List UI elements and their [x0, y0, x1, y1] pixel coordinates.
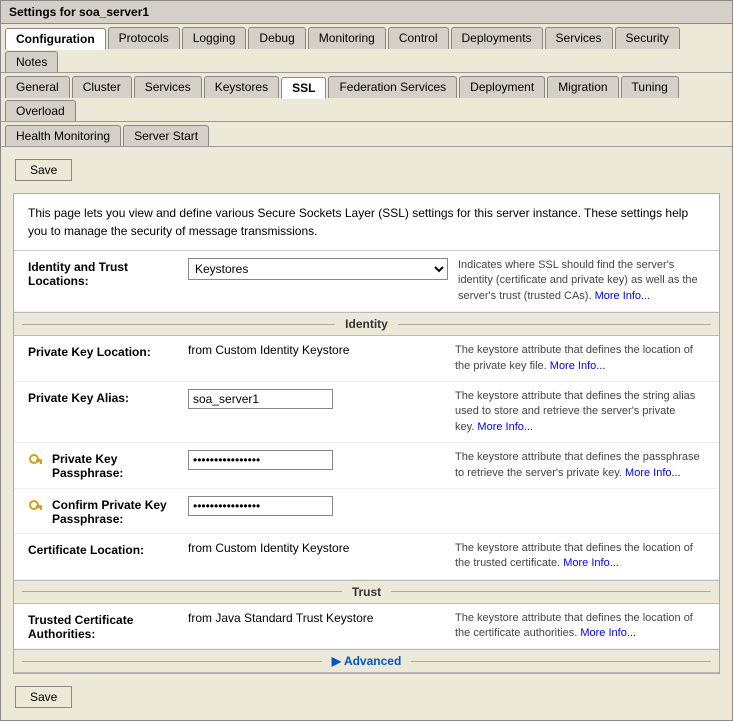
tab-ssl[interactable]: SSL: [281, 77, 326, 99]
private-key-alias-input[interactable]: [188, 389, 333, 409]
identity-trust-desc: Indicates where SSL should find the serv…: [458, 258, 705, 304]
trust-line-right: [391, 591, 711, 592]
save-button-top[interactable]: Save: [15, 159, 72, 181]
certificate-location-desc: The keystore attribute that defines the …: [455, 541, 705, 572]
confirm-passphrase-input[interactable]: [188, 496, 333, 516]
identity-trust-label: Identity and Trust Locations:: [28, 258, 188, 288]
tab-row-2: GeneralClusterServicesKeystoresSSLFedera…: [1, 73, 732, 122]
private-key-location-label: Private Key Location:: [28, 343, 188, 359]
tab-security[interactable]: Security: [615, 27, 680, 49]
advanced-section-header: ▶ Advanced: [14, 649, 719, 673]
private-key-passphrase-input[interactable]: [188, 450, 333, 470]
certificate-location-label: Certificate Location:: [28, 541, 188, 557]
advanced-line-left: [22, 661, 322, 662]
content-area: This page lets you view and define vario…: [13, 193, 720, 674]
tab-cluster[interactable]: Cluster: [72, 76, 132, 98]
tab-keystores[interactable]: Keystores: [204, 76, 279, 98]
description-text: This page lets you view and define vario…: [28, 206, 688, 238]
private-key-passphrase-desc: The keystore attribute that defines the …: [455, 450, 705, 481]
certificate-location-value: from Custom Identity Keystore: [188, 541, 445, 555]
save-button-bottom[interactable]: Save: [15, 686, 72, 708]
confirm-passphrase-label: Confirm Private Key Passphrase:: [52, 496, 188, 526]
tab-deployment[interactable]: Deployment: [459, 76, 545, 98]
bottom-save-bar: Save: [7, 680, 726, 714]
private-key-alias-row: Private Key Alias: The keystore attribut…: [14, 382, 719, 443]
window-title: Settings for soa_server1: [9, 5, 149, 19]
identity-section-title: Identity: [341, 317, 392, 331]
key-icon: [28, 452, 44, 468]
identity-trust-control: KeystoresFiles: [188, 258, 448, 280]
tab-services[interactable]: Services: [545, 27, 613, 49]
tab-monitoring[interactable]: Monitoring: [308, 27, 386, 49]
private-key-alias-desc: The keystore attribute that defines the …: [455, 389, 705, 435]
trust-section-title: Trust: [348, 585, 385, 599]
private-key-passphrase-row: Private Key Passphrase: The keystore att…: [14, 443, 719, 489]
top-save-bar: Save: [7, 153, 726, 187]
confirm-passphrase-control: [188, 496, 445, 516]
trusted-cert-desc: The keystore attribute that defines the …: [455, 611, 705, 642]
private-key-passphrase-more-info[interactable]: More Info...: [625, 467, 681, 479]
tab-protocols[interactable]: Protocols: [108, 27, 180, 49]
tab-deployments[interactable]: Deployments: [451, 27, 543, 49]
identity-line-left: [22, 324, 335, 325]
identity-trust-row: Identity and Trust Locations: KeystoresF…: [14, 251, 719, 312]
advanced-section-title: Advanced: [344, 654, 401, 668]
tab-general[interactable]: General: [5, 76, 70, 98]
identity-trust-more-info[interactable]: More Info...: [595, 290, 651, 302]
tab-row-3: Health MonitoringServer Start: [1, 122, 732, 147]
private-key-passphrase-control: [188, 450, 445, 470]
identity-section-header: Identity: [14, 312, 719, 336]
trust-line-left: [22, 591, 342, 592]
tab-server-start[interactable]: Server Start: [123, 125, 209, 146]
advanced-line-right: [411, 661, 711, 662]
private-key-passphrase-label: Private Key Passphrase:: [52, 450, 188, 480]
tab-control[interactable]: Control: [388, 27, 449, 49]
description-box: This page lets you view and define vario…: [14, 194, 719, 251]
key-icon-2: [28, 498, 44, 514]
identity-line-right: [398, 324, 711, 325]
trusted-cert-row: Trusted Certificate Authorities: from Ja…: [14, 604, 719, 650]
trusted-cert-more-info[interactable]: More Info...: [580, 627, 636, 639]
trusted-cert-value: from Java Standard Trust Keystore: [188, 611, 445, 625]
tab-debug[interactable]: Debug: [248, 27, 305, 49]
confirm-passphrase-row: Confirm Private Key Passphrase:: [14, 489, 719, 534]
tab-services[interactable]: Services: [134, 76, 202, 98]
advanced-expand-icon[interactable]: ▶: [332, 654, 341, 668]
confirm-icon-cell: [28, 496, 52, 514]
private-key-alias-more-info[interactable]: More Info...: [477, 421, 533, 433]
trusted-cert-label: Trusted Certificate Authorities:: [28, 611, 188, 641]
tab-overload[interactable]: Overload: [5, 100, 76, 121]
tab-migration[interactable]: Migration: [547, 76, 618, 98]
tab-tuning[interactable]: Tuning: [621, 76, 679, 98]
tab-configuration[interactable]: Configuration: [5, 28, 106, 50]
private-key-alias-control: [188, 389, 445, 409]
tab-notes[interactable]: Notes: [5, 51, 58, 72]
certificate-location-row: Certificate Location: from Custom Identi…: [14, 534, 719, 580]
private-key-location-desc: The keystore attribute that defines the …: [455, 343, 705, 374]
tab-health-monitoring[interactable]: Health Monitoring: [5, 125, 121, 146]
tab-logging[interactable]: Logging: [182, 27, 247, 49]
trust-section-header: Trust: [14, 580, 719, 604]
private-key-location-more-info[interactable]: More Info...: [550, 360, 606, 372]
private-key-location-value: from Custom Identity Keystore: [188, 343, 445, 357]
tab-row-1: ConfigurationProtocolsLoggingDebugMonito…: [1, 24, 732, 73]
main-window: Settings for soa_server1 ConfigurationPr…: [0, 0, 733, 721]
private-key-location-row: Private Key Location: from Custom Identi…: [14, 336, 719, 382]
identity-trust-select[interactable]: KeystoresFiles: [188, 258, 448, 280]
private-key-alias-label: Private Key Alias:: [28, 389, 188, 405]
tab-federation-services[interactable]: Federation Services: [328, 76, 457, 98]
title-bar: Settings for soa_server1: [1, 1, 732, 24]
certificate-location-more-info[interactable]: More Info...: [563, 557, 619, 569]
passphrase-icon-cell: [28, 450, 52, 468]
